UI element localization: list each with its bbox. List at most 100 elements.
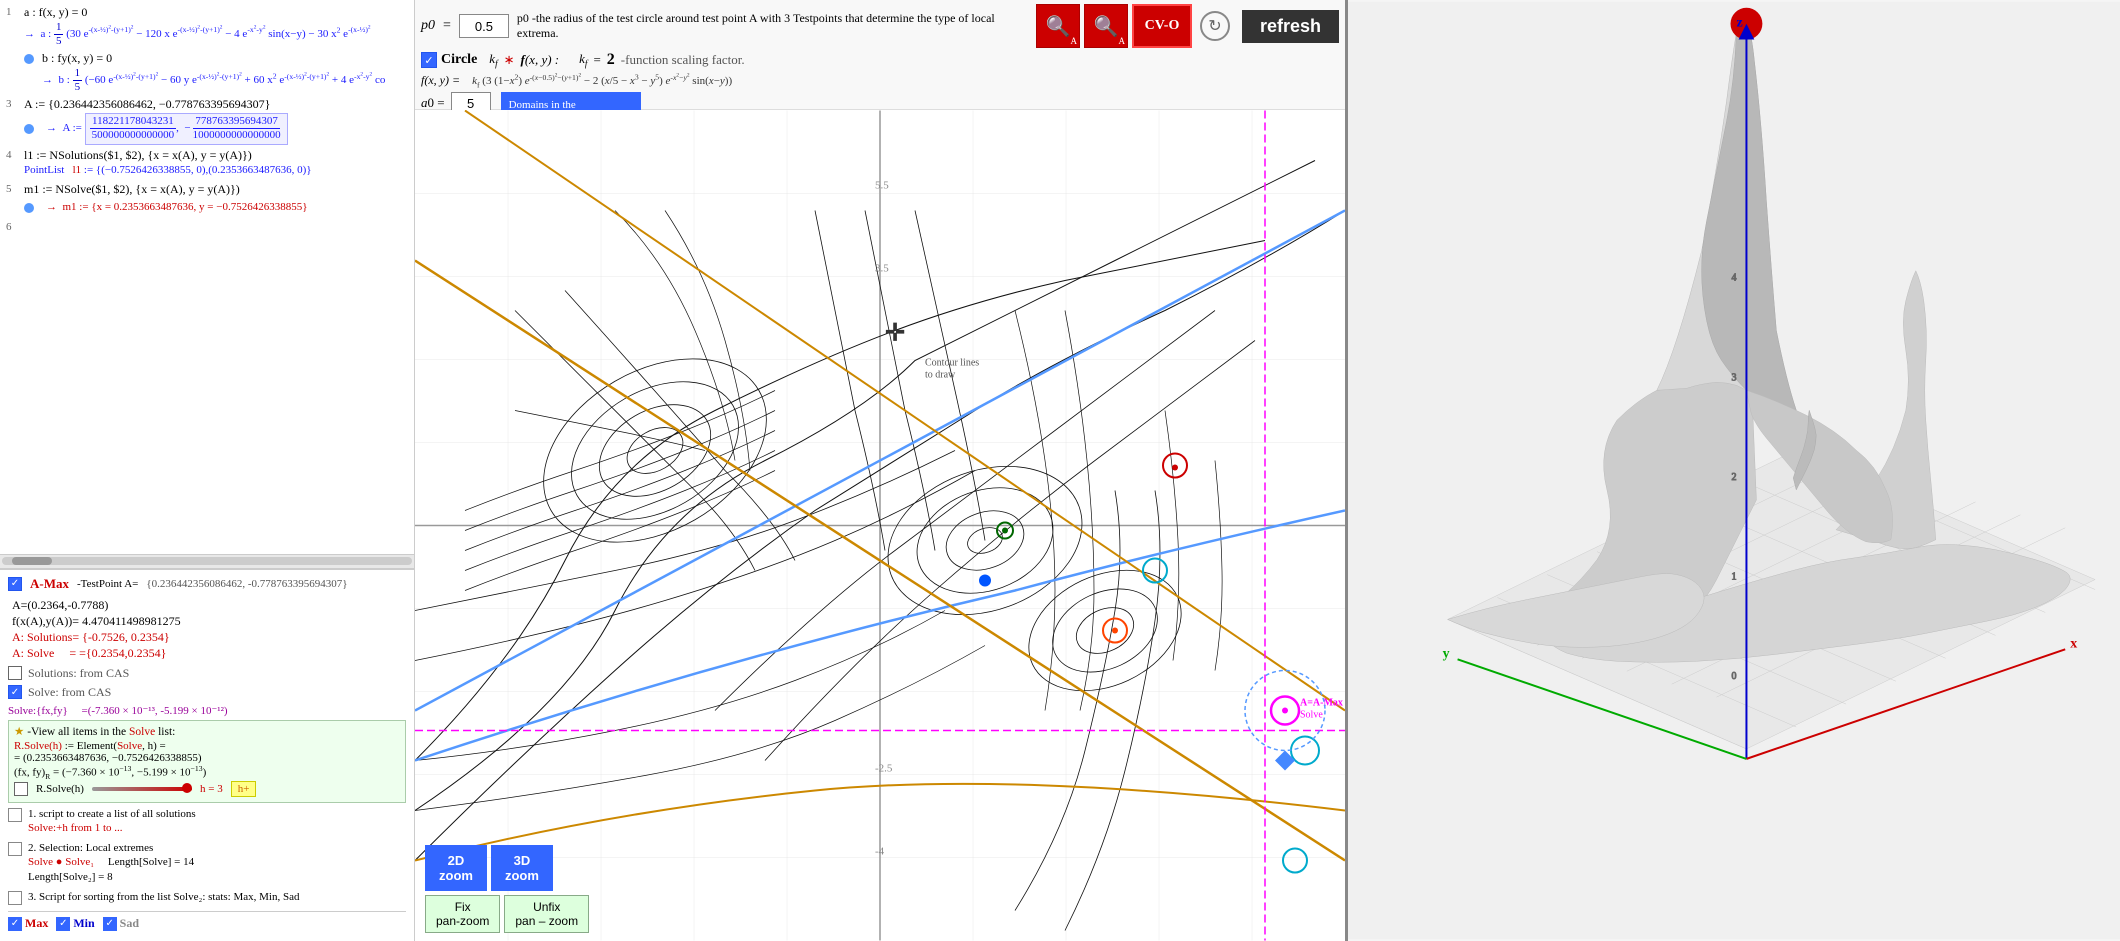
min-checkbox[interactable]: ✓ [56,917,70,931]
p0-input[interactable] [459,14,509,38]
svg-text:3: 3 [1732,372,1737,383]
test-point-val: {0.236442356086462, -0.778763395694307} [146,578,347,590]
star-label: ★ -View all items in the Solve list: [14,724,400,738]
solve-eq-label: Solve:{fx,fy} [8,705,68,717]
circle-checkbox[interactable]: ✓ [421,52,437,68]
cas-input-3[interactable]: A := {0.236442356086462, −0.778763395694… [24,96,408,113]
solutions-a2-line: A: Solve = ={0.2354,0.2354} [12,646,402,661]
unfix-pan-zoom-button[interactable]: Unfixpan – zoom [504,895,589,933]
cross-symbol: ✛ [885,321,905,347]
rsolve-checkbox[interactable] [14,782,28,796]
zoom-out-icon: 🔍 [1094,14,1119,39]
kf-label2: f(x, y) : [521,52,560,68]
script1-checkbox[interactable] [8,808,22,822]
sad-checkbox[interactable]: ✓ [103,917,117,931]
p0-label: p0 [421,18,435,34]
solutions-cas-checkbox[interactable] [8,666,22,680]
cas-input-1[interactable]: a : f(x, y) = 0 [24,4,408,21]
point-dot-red [1172,465,1178,471]
fxa-label: f(x(A),y(A))= [12,614,79,628]
star-section: ★ -View all items in the Solve list: R.S… [8,720,406,803]
circle-checkbox-group: ✓ Circle [421,52,477,68]
cas-row-1: 1 a : f(x, y) = 0 → a : 1 5 (30 e-(x-½)2… [6,4,408,48]
solve-eq-val: =(-7.360 × 10⁻¹³, -5.199 × 10⁻¹²) [82,705,228,717]
script2-length2: Length[Solve₂] = 8 [28,871,113,883]
a0-label: a0 = [421,95,445,111]
solve-eq-line: Solve:{fx,fy} =(-7.360 × 10⁻¹³, -5.199 ×… [8,704,406,717]
cas-input-2[interactable]: b : fy(x, y) = 0 [42,50,408,67]
script3-checkbox[interactable] [8,891,22,905]
script2-length1: Length[Solve] = 14 [108,856,194,868]
amax-label-plot: A=A-Max [1300,698,1343,709]
cas-input-5[interactable]: m1 := NSolve($1, $2), {x = x(A), y = y(A… [24,181,408,198]
script1-title: 1. script to create a list of all soluti… [28,808,196,820]
cas-output-2: → b : 1 5 (−60 e-(x-½)2-(y+1)2 − 60 y e-… [42,67,408,94]
row-num-3: 3 [6,98,20,110]
contour-svg: 5.5 3.5 -2.5 -4 [415,110,1345,941]
row-num-5: 5 [6,183,20,195]
zoom-in-icon: 🔍 [1046,14,1071,39]
point-dot-magenta [1282,708,1288,714]
fxa-val: 4.470411498981275 [82,614,181,628]
toolbar-row1: p0 = p0 -the radius of the test circle a… [421,4,1339,48]
cas-input-4[interactable]: l1 := NSolutions($1, $2), {x = x(A), y =… [24,147,408,164]
sad-check-label: ✓ Sad [103,916,139,931]
row-bullet-2 [24,53,38,68]
3d-plot-area: z x y 0 1 2 3 4 [1348,0,2120,941]
solutions-a2-val: ={0.2354,0.2354} [79,646,166,660]
zoom-a-label-plus: A [1070,36,1077,46]
3d-plot-svg: z x y 0 1 2 3 4 [1348,0,2120,941]
bottom-left-panel: ✓ A-Max -TestPoint A= {0.236442356086462… [0,568,414,941]
cas-output-4: PointList l1 := {(−0.7526426338855, 0),(… [24,163,408,178]
left-panel: 1 a : f(x, y) = 0 → a : 1 5 (30 e-(x-½)2… [0,0,415,941]
max-checkbox[interactable]: ✓ [8,917,22,931]
solve-cas-checkbox[interactable]: ✓ [8,685,22,699]
script2-checkbox[interactable] [8,842,22,856]
z-axis-label: z [1736,16,1742,31]
cas-row-2: b : fy(x, y) = 0 → b : 1 5 (−60 e-(x-½)2… [6,50,408,94]
cv-button[interactable]: CV-O [1132,4,1192,48]
amax-label: A-Max [30,576,69,592]
rotate-icon[interactable]: ↻ [1200,11,1230,41]
script1-solve: Solve:+h from 1 to ... [28,822,123,834]
amax-checkbox[interactable]: ✓ [8,577,22,591]
right-panel: z x y 0 1 2 3 4 [1348,0,2120,941]
hplus-button[interactable]: h+ [231,781,257,797]
scrollbar-thumb[interactable] [12,557,52,565]
script-2: 2. Selection: Local extremes Solve ● Sol… [8,841,406,884]
2d-zoom-button[interactable]: 2Dzoom [425,845,487,891]
row-num-2 [6,52,20,64]
contour-plot-area[interactable]: 5.5 3.5 -2.5 -4 [415,110,1345,941]
refresh-button[interactable]: refresh [1242,10,1339,43]
solutions-a1-line: A: Solutions= {-0.7526, 0.2354} [12,630,402,645]
zoom-in-button[interactable]: 🔍 A [1036,4,1080,48]
p0-desc: p0 -the radius of the test circle around… [517,11,1028,41]
script1-text: 1. script to create a list of all soluti… [28,807,196,836]
kf-label: kf [489,51,497,69]
amax-header: ✓ A-Max -TestPoint A= {0.236442356086462… [8,576,406,592]
kf-label3: kf [579,51,587,69]
row-num-4: 4 [6,149,20,161]
cas-content-3: A := {0.236442356086462, −0.778763395694… [24,96,408,144]
kf-equals: = [593,52,600,68]
horizontal-scrollbar[interactable] [0,554,414,568]
kf-desc: -function scaling factor. [621,52,745,68]
bullet-5 [24,201,38,218]
solutions-cas-label: Solutions: from CAS [28,666,129,681]
svg-text:0: 0 [1732,671,1737,682]
zoom-out-button[interactable]: 🔍 A [1084,4,1128,48]
script2-solve1: Solve ● Solve₁ [28,856,94,868]
test-point-label: -TestPoint A= [77,578,138,590]
fix-buttons-group: Fixpan-zoom Unfixpan – zoom [425,895,589,933]
3d-zoom-button[interactable]: 3Dzoom [491,845,553,891]
bullet-3 [24,122,38,139]
cas-content-6 [24,219,408,236]
script3-text: 3. Script for sorting from the list Solv… [28,890,300,904]
fix-pan-zoom-button[interactable]: Fixpan-zoom [425,895,500,933]
a-coords-line: A=(0.2364,-0.7788) [12,598,402,613]
solutions-a1-label: A: Solutions= [12,630,79,644]
cv-label: CV-O [1145,18,1180,34]
svg-text:-4: -4 [875,846,885,858]
cas-output-3-wrap: → A := 118221178043231500000000000000, −… [24,113,408,144]
rsolve-slider[interactable] [92,787,192,791]
